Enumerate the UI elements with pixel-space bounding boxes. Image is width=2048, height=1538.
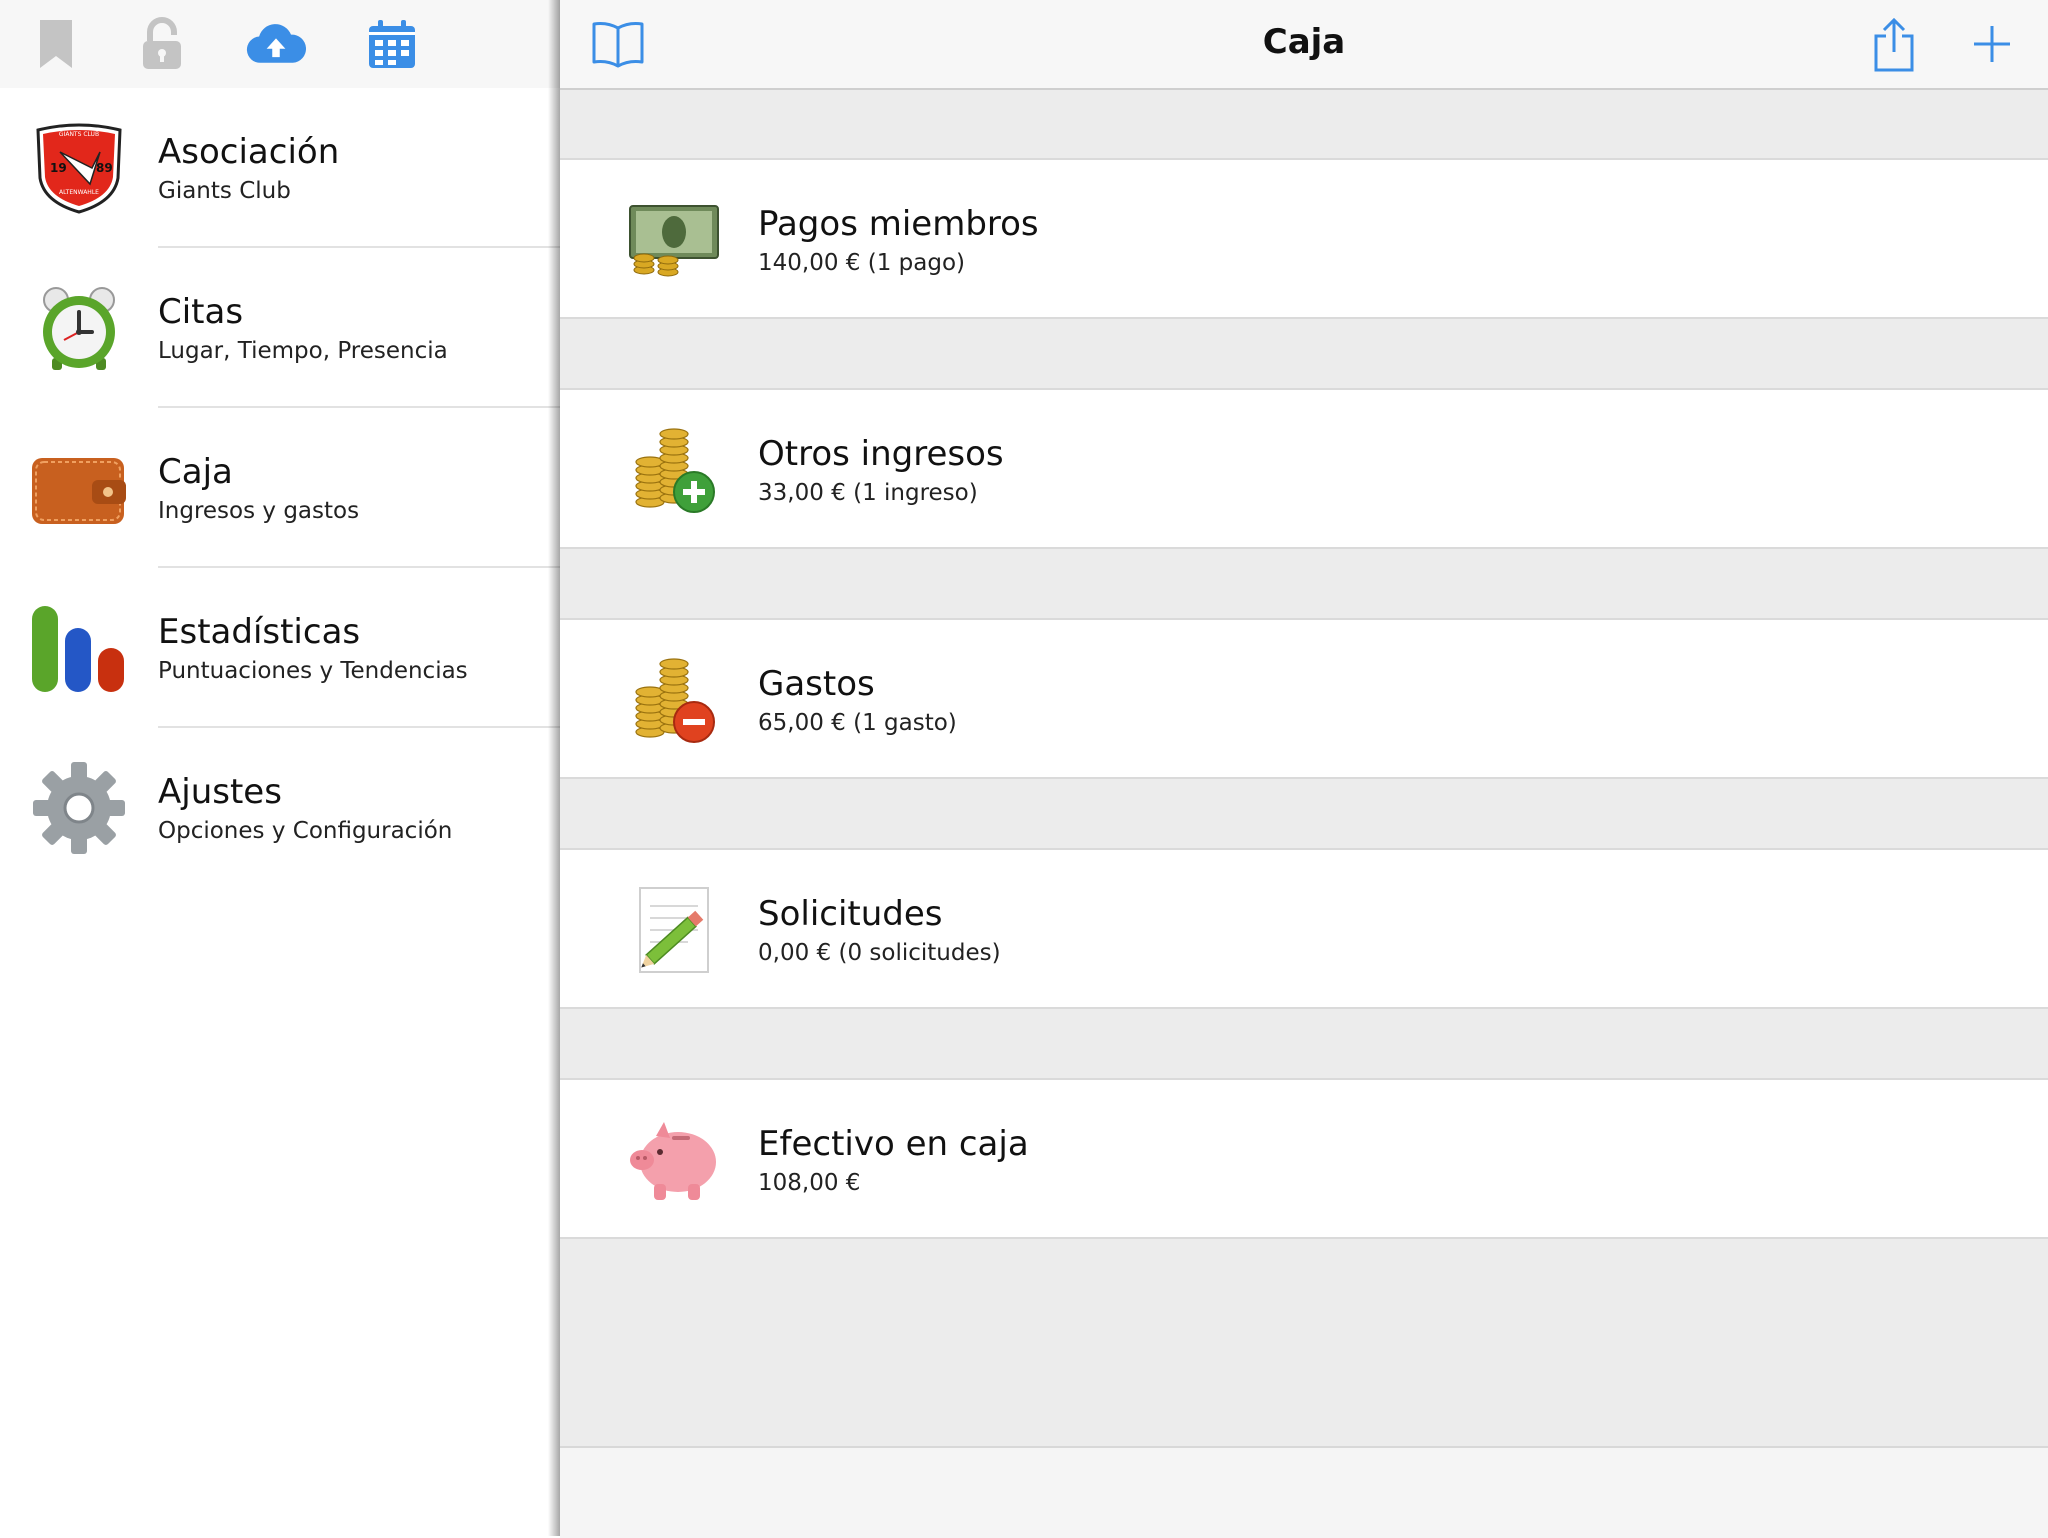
sidebar-item-subtitle: Opciones y Configuración [158, 818, 453, 844]
row-subtitle: 65,00 € (1 gasto) [758, 710, 957, 736]
main-panel: Caja Pagos miembros 140,00 € (1 pago) Ot… [560, 0, 2048, 1538]
gear-icon [30, 762, 128, 854]
row-gastos[interactable]: Gastos 65,00 € (1 gasto) [560, 618, 2048, 779]
sidebar-item-citas[interactable]: Citas Lugar, Tiempo, Presencia [0, 248, 560, 408]
share-icon[interactable] [1862, 14, 1926, 74]
wallet-icon [30, 442, 128, 534]
sidebar-list: GIANTS CLUB 19 89 ALTENWAHLE Asociación … [0, 88, 560, 888]
piggy-bank-icon [628, 1116, 720, 1204]
sidebar-item-estadisticas[interactable]: Estadísticas Puntuaciones y Tendencias [0, 568, 560, 728]
logo-year-right: 89 [96, 161, 113, 175]
sidebar-item-subtitle: Giants Club [158, 178, 291, 204]
page-title: Caja [1262, 22, 1346, 62]
sidebar-item-asociacion[interactable]: GIANTS CLUB 19 89 ALTENWAHLE Asociación … [0, 88, 560, 248]
sidebar-item-caja[interactable]: Caja Ingresos y gastos [0, 408, 560, 568]
sidebar-item-title: Ajustes [158, 772, 282, 812]
coins-minus-icon [628, 656, 720, 744]
split-divider [548, 0, 560, 1536]
row-pagos-miembros[interactable]: Pagos miembros 140,00 € (1 pago) [560, 158, 2048, 319]
sidebar-item-subtitle: Puntuaciones y Tendencias [158, 658, 468, 684]
banknote-icon [628, 196, 720, 284]
sidebar: GIANTS CLUB 19 89 ALTENWAHLE Asociación … [0, 0, 560, 1536]
sidebar-toolbar [0, 0, 560, 88]
sidebar-item-ajustes[interactable]: Ajustes Opciones y Configuración [0, 728, 560, 888]
cloud-upload-icon[interactable] [246, 16, 306, 72]
alarm-clock-icon [30, 282, 128, 374]
bar-chart-icon [30, 602, 128, 694]
bottom-toolbar [560, 1446, 2048, 1538]
row-subtitle: 108,00 € [758, 1170, 861, 1196]
row-title: Efectivo en caja [758, 1124, 1029, 1164]
row-subtitle: 140,00 € (1 pago) [758, 250, 965, 276]
sidebar-item-title: Asociación [158, 132, 340, 172]
row-title: Gastos [758, 664, 875, 704]
sidebar-item-title: Citas [158, 292, 244, 332]
plus-icon[interactable] [1960, 14, 2024, 74]
row-otros-ingresos[interactable]: Otros ingresos 33,00 € (1 ingreso) [560, 388, 2048, 549]
sidebar-item-title: Caja [158, 452, 233, 492]
calendar-icon[interactable] [362, 16, 422, 72]
document-pencil-icon [628, 886, 720, 974]
logo-bottom-text: ALTENWAHLE [59, 189, 99, 196]
row-solicitudes[interactable]: Solicitudes 0,00 € (0 solicitudes) [560, 848, 2048, 1009]
lock-icon[interactable] [132, 16, 192, 72]
row-efectivo-en-caja[interactable]: Efectivo en caja 108,00 € [560, 1078, 2048, 1239]
club-logo-icon: GIANTS CLUB 19 89 ALTENWAHLE [30, 122, 128, 214]
navigation-bar: Caja [560, 0, 2048, 90]
row-title: Pagos miembros [758, 204, 1039, 244]
row-title: Solicitudes [758, 894, 943, 934]
row-subtitle: 33,00 € (1 ingreso) [758, 480, 978, 506]
sidebar-item-subtitle: Lugar, Tiempo, Presencia [158, 338, 448, 364]
row-title: Otros ingresos [758, 434, 1004, 474]
sidebar-item-subtitle: Ingresos y gastos [158, 498, 360, 524]
logo-top-text: GIANTS CLUB [59, 131, 99, 138]
logo-year-left: 19 [50, 161, 67, 175]
coins-plus-icon [628, 426, 720, 514]
sidebar-item-title: Estadísticas [158, 612, 361, 652]
row-subtitle: 0,00 € (0 solicitudes) [758, 940, 1001, 966]
bookmark-icon[interactable] [26, 16, 86, 72]
